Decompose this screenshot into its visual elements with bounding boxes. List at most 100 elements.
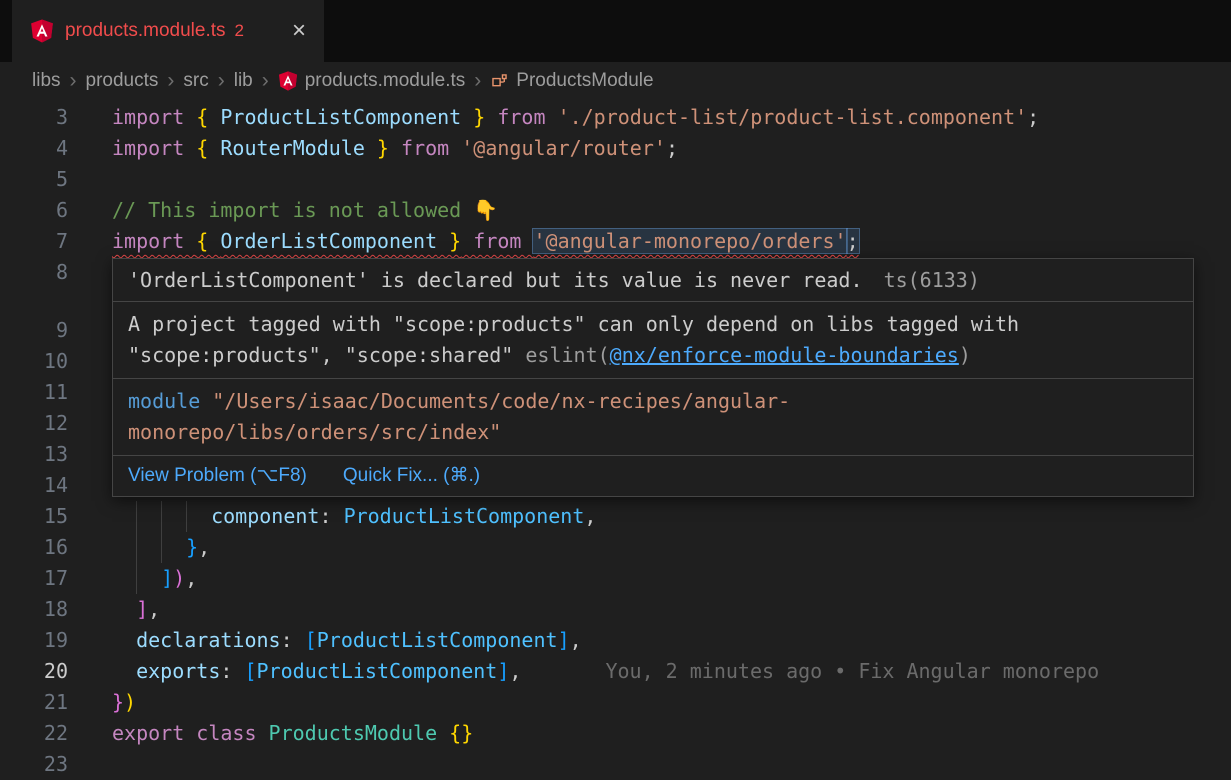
code-token	[112, 597, 136, 621]
chevron-right-icon: ›	[209, 69, 234, 93]
code-token: OrderListComponent	[220, 229, 437, 253]
code-content: import { RouterModule } from '@angular/r…	[112, 133, 678, 164]
code-line: 22 export class ProductsModule {}	[0, 718, 1231, 749]
code-token: }	[437, 229, 461, 253]
line-number: 13	[0, 439, 68, 470]
module-path-line1: module"/Users/isaac/Documents/code/nx-re…	[128, 386, 1178, 417]
line-number: 6	[0, 195, 68, 226]
line-number: 5	[0, 164, 68, 195]
editor[interactable]: 3 import { ProductListComponent } from '.…	[0, 100, 1231, 780]
ts-diagnostic-code: ts(6133)	[884, 268, 980, 292]
tab-products-module[interactable]: products.module.ts 2 ×	[12, 0, 324, 62]
code-token	[112, 659, 136, 683]
code-content: ]),	[112, 563, 197, 594]
code-token: ;	[666, 136, 678, 160]
vscode-window: products.module.ts 2 × libs › products ›…	[0, 0, 1231, 780]
code-content: component: ProductListComponent,	[112, 501, 596, 532]
git-blame-annotation: You, 2 minutes ago • Fix Angular monorep…	[521, 659, 1099, 683]
code-token: from	[389, 136, 461, 160]
code-line: 16 },	[0, 532, 1231, 563]
code-token: exports	[136, 659, 220, 683]
tab-problem-count: 2	[235, 21, 244, 41]
code-token	[112, 628, 136, 652]
indent-guide	[161, 501, 186, 532]
line-number: 12	[0, 408, 68, 439]
code-line: 15 component: ProductListComponent,	[0, 501, 1231, 532]
tab-close-button[interactable]: ×	[292, 19, 306, 43]
breadcrumb-item-lib[interactable]: lib	[234, 70, 253, 92]
line-number: 3	[0, 102, 68, 133]
module-path-line2: monorepo/libs/orders/src/index"	[128, 417, 1178, 448]
code-content: import { OrderListComponent } from '@ang…	[112, 226, 859, 257]
code-content: ],	[112, 594, 160, 625]
eslint-rule-link[interactable]: @nx/enforce-module-boundaries	[610, 343, 959, 367]
code-token: ProductListComponent	[257, 659, 498, 683]
code-token: 👇	[473, 198, 498, 222]
code-token: '@angular/router'	[461, 136, 666, 160]
code-line: 7import { OrderListComponent } from '@an…	[0, 226, 1231, 257]
breadcrumb: libs › products › src › lib › products.m…	[0, 62, 1231, 100]
indent-guide	[136, 532, 161, 563]
code-content: // This import is not allowed 👇	[112, 195, 498, 226]
breadcrumb-item-symbol[interactable]: ProductsModule	[516, 70, 653, 92]
code-line: 18 ],	[0, 594, 1231, 625]
code-token: )	[173, 566, 185, 590]
code-token: ProductListComponent	[317, 628, 558, 652]
indent-guide	[161, 532, 186, 563]
chevron-right-icon: ›	[61, 69, 86, 93]
code-token: ;	[1027, 105, 1039, 129]
angular-file-icon	[30, 19, 54, 43]
code-token: './product-list/product-list.component'	[558, 105, 1028, 129]
quick-fix-action[interactable]: Quick Fix... (⌘.)	[343, 464, 480, 488]
code-token: ,	[148, 597, 160, 621]
code-token: :	[319, 504, 343, 528]
breadcrumb-item-libs[interactable]: libs	[32, 70, 61, 92]
line-number: 17	[0, 563, 68, 594]
code-token: ]	[161, 566, 173, 590]
breadcrumb-item-file[interactable]: products.module.ts	[305, 70, 466, 92]
line-number: 23	[0, 749, 68, 780]
code-token: }	[186, 535, 198, 559]
code-token: ]	[136, 597, 148, 621]
code-line: 17 ]),	[0, 563, 1231, 594]
code-token: ProductsModule	[269, 721, 438, 745]
line-number: 8	[0, 257, 68, 288]
indent-guide	[136, 501, 161, 532]
class-symbol-icon	[490, 72, 509, 91]
code-token: {}	[449, 721, 473, 745]
code-token: {	[196, 229, 220, 253]
hover-diagnostic-eslint: A project tagged with "scope:products" c…	[113, 302, 1193, 379]
code-token	[112, 504, 136, 528]
line-number: 10	[0, 346, 68, 377]
hover-module-info: module"/Users/isaac/Documents/code/nx-re…	[113, 379, 1193, 456]
code-token: }	[365, 136, 389, 160]
angular-file-icon	[278, 71, 298, 91]
chevron-right-icon: ›	[158, 69, 183, 93]
code-content: })	[112, 687, 136, 718]
code-token	[112, 566, 136, 590]
line-number: 15	[0, 501, 68, 532]
line-number: 19	[0, 625, 68, 656]
breadcrumb-item-src[interactable]: src	[183, 70, 208, 92]
ts-diagnostic-message: 'OrderListComponent' is declared but its…	[128, 268, 863, 292]
line-number: 4	[0, 133, 68, 164]
code-token: RouterModule	[220, 136, 365, 160]
eslint-message-line2: "scope:products", "scope:shared" eslint(…	[128, 340, 1178, 371]
code-token: ,	[584, 504, 596, 528]
view-problem-action[interactable]: View Problem (⌥F8)	[128, 464, 307, 488]
code-token: }	[112, 690, 124, 714]
code-token: from	[461, 229, 533, 253]
code-line: 21})	[0, 687, 1231, 718]
breadcrumb-item-products[interactable]: products	[86, 70, 159, 92]
code-line: 20 exports: [ProductListComponent],You, …	[0, 656, 1231, 687]
module-keyword: module	[128, 389, 200, 413]
code-token: ,	[185, 566, 197, 590]
code-token: {	[196, 105, 220, 129]
eslint-message-line1: A project tagged with "scope:products" c…	[128, 309, 1178, 340]
chevron-right-icon: ›	[253, 69, 278, 93]
line-number: 22	[0, 718, 68, 749]
code-content: export class ProductsModule {}	[112, 718, 473, 749]
code-content: },	[112, 532, 210, 563]
code-content: import { ProductListComponent } from './…	[112, 102, 1039, 133]
code-content: declarations: [ProductListComponent],	[112, 625, 582, 656]
